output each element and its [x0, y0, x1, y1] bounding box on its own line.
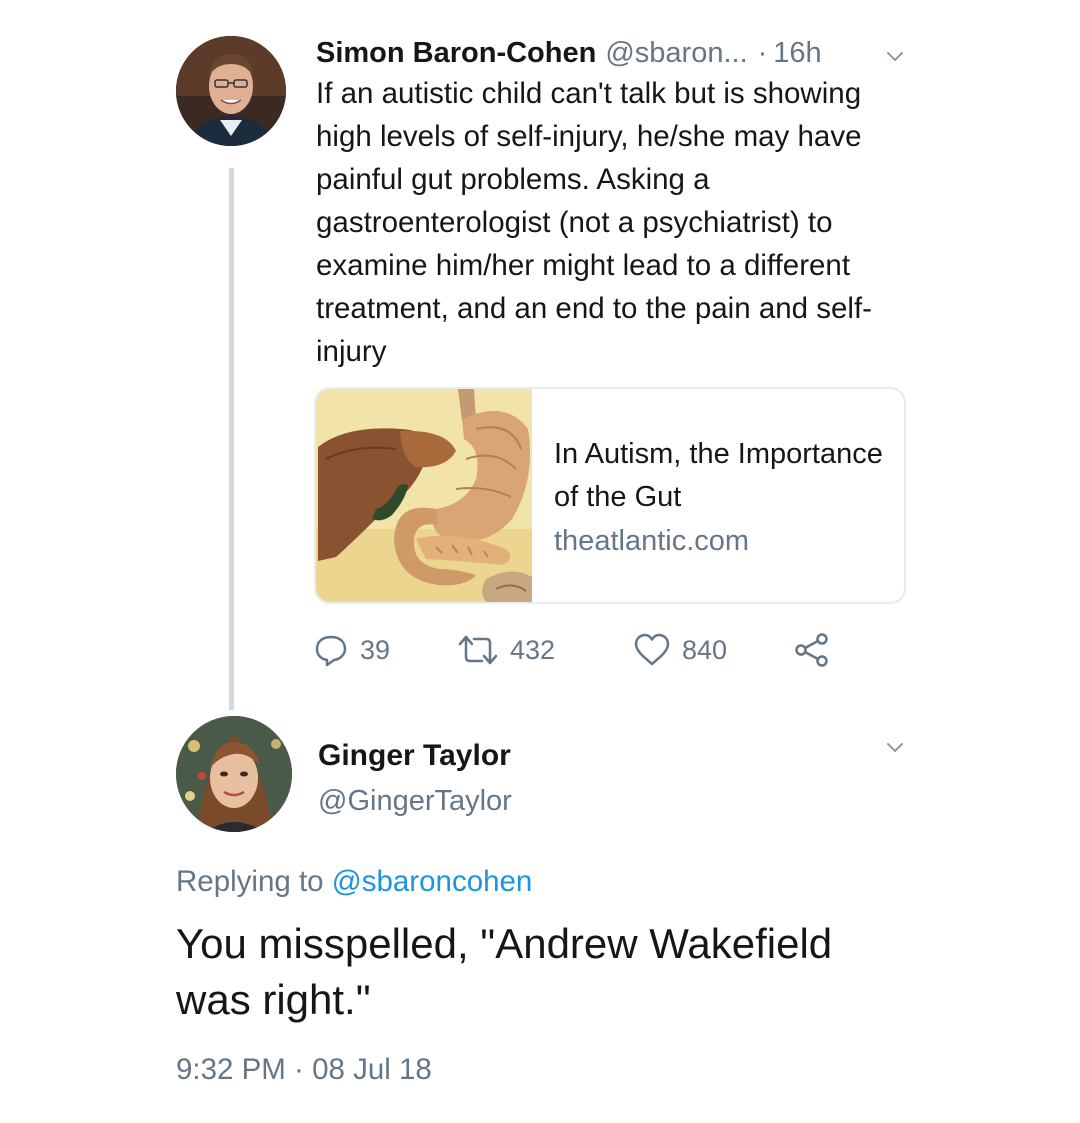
reply-timestamp[interactable]: 9:32 PM · 08 Jul 18 [176, 1052, 432, 1088]
tweet-header: Simon Baron-Cohen @sbaron... · 16h [316, 34, 916, 72]
replying-to-mention[interactable]: @sbaroncohen [332, 865, 533, 898]
link-card[interactable]: In Autism, the Importance of the Gut the… [314, 387, 906, 604]
tweet-thread: Simon Baron-Cohen @sbaron... · 16h If an… [0, 0, 1080, 1123]
replying-to: Replying to @sbaroncohen [176, 864, 532, 900]
author-handle[interactable]: @sbaron... [605, 34, 747, 72]
tweet-text: If an autistic child can't talk but is s… [316, 77, 872, 368]
card-text: In Autism, the Importance of the Gut the… [554, 433, 894, 563]
card-domain[interactable]: theatlantic.com [554, 519, 894, 563]
thread-line [229, 168, 234, 710]
reply-text: You misspelled, "Andrew Wakefield was ri… [176, 920, 833, 1023]
like-count: 840 [682, 634, 728, 665]
tweet-original[interactable]: Simon Baron-Cohen @sbaron... · 16h If an… [316, 34, 916, 373]
reply-button[interactable]: 39 [314, 628, 390, 672]
replying-to-prefix: Replying to [176, 865, 324, 898]
reply-author-handle[interactable]: @GingerTaylor [318, 784, 512, 818]
reply-author-name[interactable]: Ginger Taylor [318, 738, 511, 774]
heart-icon [634, 633, 670, 666]
tweet-time[interactable]: 16h [773, 34, 821, 72]
card-title[interactable]: In Autism, the Importance of the Gut [554, 433, 894, 519]
author-name[interactable]: Simon Baron-Cohen [316, 34, 596, 72]
card-image [316, 389, 532, 602]
avatar-ginger[interactable] [176, 716, 292, 832]
retweet-button[interactable]: 432 [458, 628, 555, 672]
reply-count: 39 [360, 634, 391, 665]
avatar-simon[interactable] [176, 36, 286, 146]
reply-icon [315, 635, 347, 667]
retweet-icon [458, 635, 498, 665]
chevron-down-icon[interactable] [884, 736, 906, 758]
retweet-count: 432 [510, 634, 556, 665]
chevron-down-icon[interactable] [884, 45, 906, 67]
separator-dot: · [757, 37, 768, 69]
like-button[interactable]: 840 [634, 628, 727, 672]
share-button[interactable] [794, 628, 830, 672]
share-icon [795, 633, 828, 667]
